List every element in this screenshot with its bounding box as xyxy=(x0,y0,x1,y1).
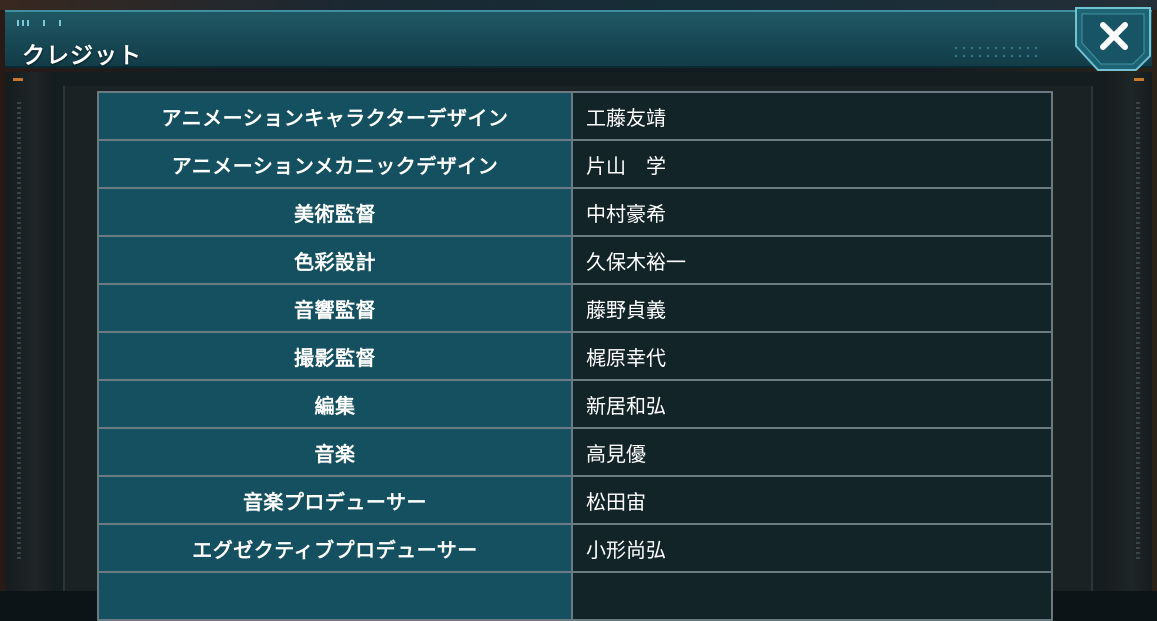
credit-role: 音響監督 xyxy=(97,285,573,331)
credit-name: 中村豪希 xyxy=(573,189,1053,235)
table-row: アニメーションメカニックデザイン 片山 学 xyxy=(97,141,1053,189)
edge-lines xyxy=(17,102,21,562)
table-row: 撮影監督 梶原幸代 xyxy=(97,333,1053,381)
credit-role xyxy=(97,573,573,619)
table-row: 編集 新居和弘 xyxy=(97,381,1053,429)
credit-role: 編集 xyxy=(97,381,573,427)
credits-dialog: クレジット アニメーションキャラクターデザイン 工藤友靖 アニメーションメカニッ… xyxy=(5,6,1152,621)
dialog-titlebar: クレジット xyxy=(5,10,1152,69)
edge-lines xyxy=(1136,102,1140,562)
panel-left-edge xyxy=(5,72,55,591)
credit-name xyxy=(573,573,1053,619)
credits-panel: アニメーションキャラクターデザイン 工藤友靖 アニメーションメカニックデザイン … xyxy=(5,72,1152,621)
panel-right-edge xyxy=(1102,72,1152,591)
credit-name: 久保木裕一 xyxy=(573,237,1053,283)
table-row: 音響監督 藤野貞義 xyxy=(97,285,1053,333)
credit-role: 撮影監督 xyxy=(97,333,573,379)
table-row: アニメーションキャラクターデザイン 工藤友靖 xyxy=(97,91,1053,141)
edge-marker xyxy=(1134,78,1144,81)
credit-name: 高見優 xyxy=(573,429,1053,475)
credit-name: 小形尚弘 xyxy=(573,525,1053,571)
credit-name: 藤野貞義 xyxy=(573,285,1053,331)
table-row xyxy=(97,573,1053,621)
credit-role: アニメーションキャラクターデザイン xyxy=(97,93,573,139)
title-decoration-ticks xyxy=(17,20,61,26)
credit-name: 新居和弘 xyxy=(573,381,1053,427)
credit-role: 音楽 xyxy=(97,429,573,475)
title-dot-pattern xyxy=(952,44,1042,60)
table-row: 音楽プロデューサー 松田宙 xyxy=(97,477,1053,525)
credit-role: 音楽プロデューサー xyxy=(97,477,573,523)
table-row: 美術監督 中村豪希 xyxy=(97,189,1053,237)
credit-role: アニメーションメカニックデザイン xyxy=(97,141,573,187)
credit-name: 工藤友靖 xyxy=(573,93,1053,139)
close-button[interactable] xyxy=(1062,6,1152,72)
credit-role: 色彩設計 xyxy=(97,237,573,283)
credit-name: 松田宙 xyxy=(573,477,1053,523)
credit-name: 片山 学 xyxy=(573,141,1053,187)
table-row: 音楽 高見優 xyxy=(97,429,1053,477)
credit-role: エグゼクティブプロデューサー xyxy=(97,525,573,571)
dialog-title: クレジット xyxy=(22,43,142,69)
credits-table[interactable]: アニメーションキャラクターデザイン 工藤友靖 アニメーションメカニックデザイン … xyxy=(97,91,1053,621)
close-x-icon xyxy=(1075,7,1151,71)
credit-role: 美術監督 xyxy=(97,189,573,235)
table-row: エグゼクティブプロデューサー 小形尚弘 xyxy=(97,525,1053,573)
credit-name: 梶原幸代 xyxy=(573,333,1053,379)
table-row: 色彩設計 久保木裕一 xyxy=(97,237,1053,285)
edge-marker xyxy=(13,78,23,81)
